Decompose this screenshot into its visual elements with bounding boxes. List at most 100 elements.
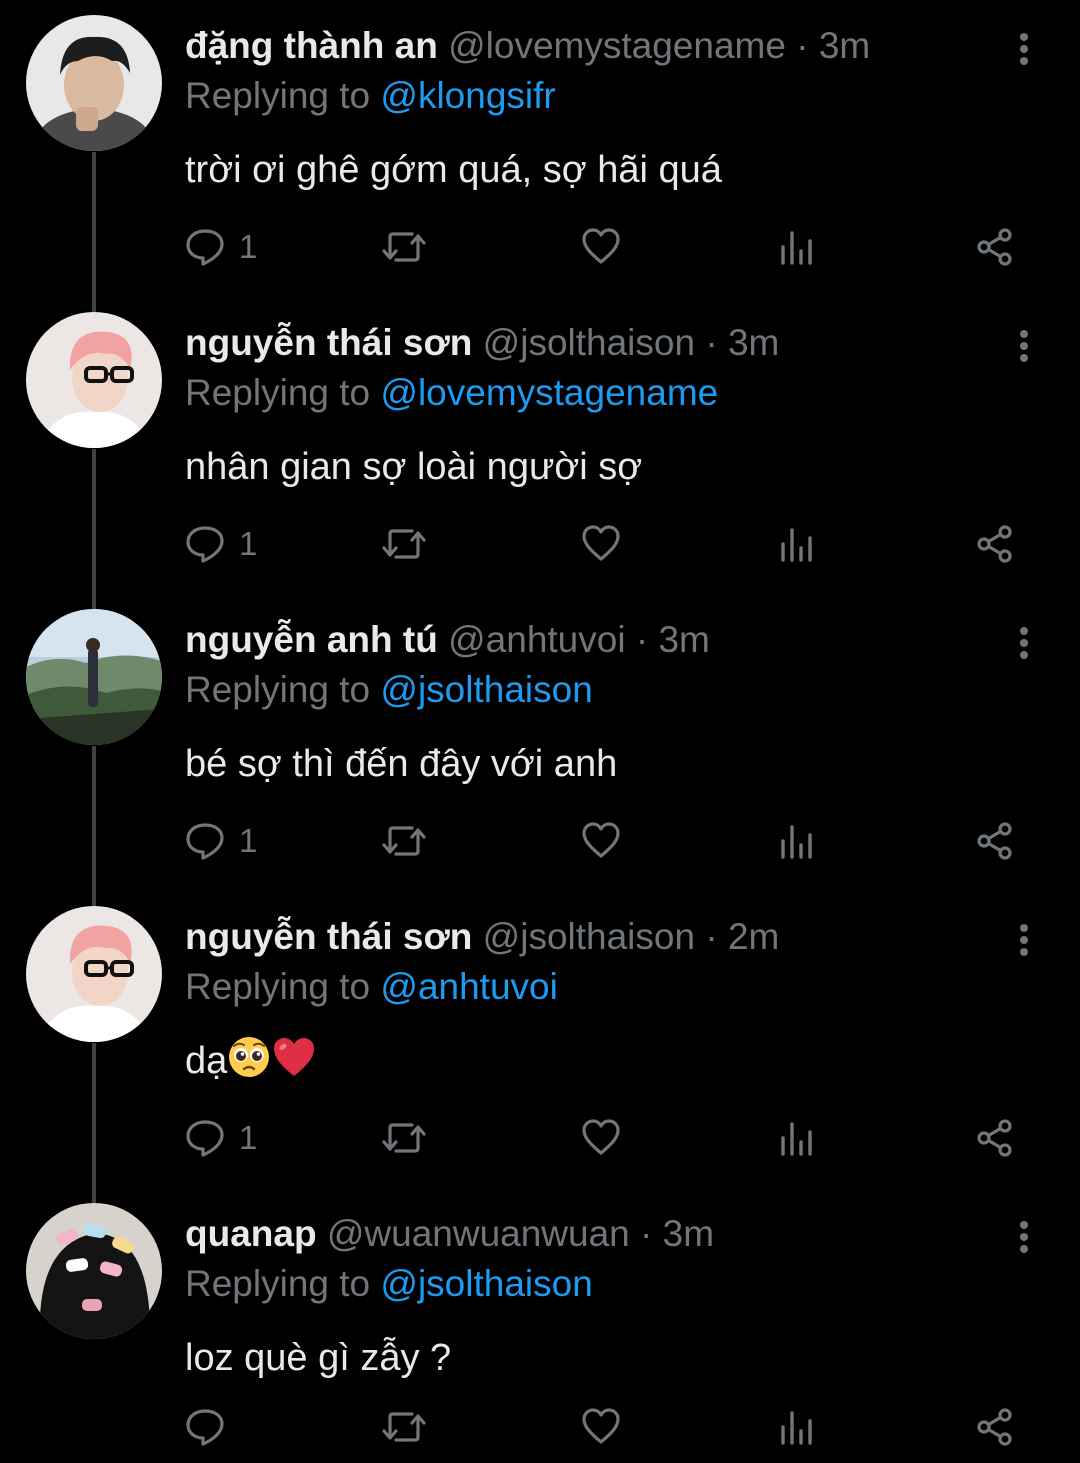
tweet-header: nguyễn thái sơn @jsolthaison · 2m: [185, 913, 990, 961]
share-button[interactable]: [975, 519, 1015, 569]
more-vertical-icon: [1020, 33, 1028, 65]
reply-button[interactable]: 1: [185, 1113, 257, 1163]
share-icon: [977, 525, 1012, 563]
tweet-text: bé sợ thì đến đây với anh: [185, 743, 618, 785]
avatar[interactable]: [26, 15, 162, 151]
tweet-text: dạ: [185, 1035, 317, 1093]
display-name[interactable]: nguyễn thái sơn: [185, 322, 472, 363]
separator-dot: ·: [796, 25, 809, 66]
replying-to-prefix: Replying to: [185, 372, 371, 413]
share-button[interactable]: [975, 1113, 1015, 1163]
tweet[interactable]: quanap @wuanwuanwuan · 3m Replying to @j…: [0, 1188, 1080, 1463]
user-handle[interactable]: @jsolthaison: [483, 916, 695, 957]
replying-to-link[interactable]: @lovemystagename: [380, 372, 718, 413]
more-options-button[interactable]: [1004, 321, 1044, 371]
analytics-button[interactable]: [779, 222, 815, 272]
user-handle[interactable]: @jsolthaison: [483, 322, 695, 363]
tweet[interactable]: nguyễn anh tú @anhtuvoi · 3m Replying to…: [0, 594, 1080, 903]
user-handle[interactable]: @wuanwuanwuan: [327, 1213, 630, 1254]
replying-to: Replying to @jsolthaison: [185, 1260, 593, 1308]
avatar[interactable]: [26, 609, 162, 745]
retweet-button[interactable]: [382, 1402, 426, 1452]
analytics-button[interactable]: [779, 1113, 815, 1163]
replying-to: Replying to @lovemystagename: [185, 369, 718, 417]
like-button[interactable]: [581, 1113, 621, 1163]
display-name[interactable]: đặng thành an: [185, 25, 438, 66]
tweet[interactable]: đặng thành an @lovemystagename · 3m Repl…: [0, 0, 1080, 309]
replying-to: Replying to @anhtuvoi: [185, 963, 558, 1011]
user-handle[interactable]: @lovemystagename: [448, 25, 786, 66]
thread-connector-line: [92, 891, 96, 907]
timestamp[interactable]: 2m: [728, 916, 779, 957]
like-button[interactable]: [581, 222, 621, 272]
analytics-bar-icon: [781, 1411, 812, 1445]
display-name[interactable]: quanap: [185, 1213, 317, 1254]
thread-connector-line: [92, 1188, 96, 1204]
reply-count: 1: [239, 228, 258, 265]
replying-to-link[interactable]: @jsolthaison: [380, 1263, 592, 1304]
avatar[interactable]: [26, 906, 162, 1042]
more-options-button[interactable]: [1004, 24, 1044, 74]
more-options-button[interactable]: [1004, 1212, 1044, 1262]
reply-button[interactable]: 1: [185, 519, 257, 569]
reply-icon: [186, 1120, 224, 1157]
tweet[interactable]: nguyễn thái sơn @jsolthaison · 3m Replyi…: [0, 297, 1080, 606]
retweet-button[interactable]: [382, 519, 426, 569]
retweet-button[interactable]: [382, 816, 426, 866]
avatar[interactable]: [26, 312, 162, 448]
tweet-actions: 1: [185, 519, 1035, 569]
tweet-text: trời ơi ghê gớm quá, sợ hãi quá: [185, 149, 722, 191]
thread-connector-line: [92, 152, 96, 309]
reply-button[interactable]: [185, 1402, 239, 1452]
reply-icon: [186, 526, 224, 563]
reply-button[interactable]: 1: [185, 816, 257, 866]
display-name[interactable]: nguyễn thái sơn: [185, 916, 472, 957]
tweet[interactable]: nguyễn thái sơn @jsolthaison · 2m Replyi…: [0, 891, 1080, 1200]
share-button[interactable]: [975, 1402, 1015, 1452]
avatar[interactable]: [26, 1203, 162, 1339]
tweet-actions: [185, 1402, 1035, 1452]
like-button[interactable]: [581, 1402, 621, 1452]
timestamp[interactable]: 3m: [728, 322, 779, 363]
share-button[interactable]: [975, 222, 1015, 272]
tweet-header: đặng thành an @lovemystagename · 3m: [185, 22, 990, 70]
replying-to-prefix: Replying to: [185, 1263, 371, 1304]
replying-to-prefix: Replying to: [185, 75, 371, 116]
reply-icon: [186, 229, 224, 266]
analytics-button[interactable]: [779, 519, 815, 569]
replying-to-link[interactable]: @klongsifr: [380, 75, 555, 116]
red-heart-emoji-icon: [271, 1035, 317, 1093]
replying-to-prefix: Replying to: [185, 669, 371, 710]
like-button[interactable]: [581, 816, 621, 866]
thread-connector-line: [92, 1043, 96, 1200]
tweet-header: quanap @wuanwuanwuan · 3m: [185, 1210, 990, 1258]
replying-to-link[interactable]: @anhtuvoi: [380, 966, 557, 1007]
reply-button[interactable]: 1: [185, 222, 257, 272]
timestamp[interactable]: 3m: [819, 25, 870, 66]
retweet-button[interactable]: [382, 222, 426, 272]
analytics-bar-icon: [781, 1122, 812, 1156]
user-handle[interactable]: @anhtuvoi: [448, 619, 625, 660]
reply-icon: [186, 823, 224, 860]
replying-to-prefix: Replying to: [185, 966, 371, 1007]
heart-icon: [582, 228, 620, 264]
tweet-text: loz què gì zẫy ?: [185, 1337, 452, 1379]
analytics-button[interactable]: [779, 816, 815, 866]
tweet-actions: 1: [185, 222, 1035, 272]
analytics-button[interactable]: [779, 1402, 815, 1452]
timestamp[interactable]: 3m: [658, 619, 709, 660]
like-button[interactable]: [581, 519, 621, 569]
heart-icon: [582, 822, 620, 858]
reply-thread: đặng thành an @lovemystagename · 3m Repl…: [0, 0, 1080, 1463]
timestamp[interactable]: 3m: [663, 1213, 714, 1254]
more-options-button[interactable]: [1004, 915, 1044, 965]
retweet-button[interactable]: [382, 1113, 426, 1163]
replying-to: Replying to @jsolthaison: [185, 666, 593, 714]
display-name[interactable]: nguyễn anh tú: [185, 619, 438, 660]
tweet-header: nguyễn anh tú @anhtuvoi · 3m: [185, 616, 990, 664]
pleading-face-emoji-icon: [227, 1035, 271, 1093]
tweet-text: nhân gian sợ loài người sợ: [185, 446, 643, 488]
share-button[interactable]: [975, 816, 1015, 866]
replying-to-link[interactable]: @jsolthaison: [380, 669, 592, 710]
more-options-button[interactable]: [1004, 618, 1044, 668]
